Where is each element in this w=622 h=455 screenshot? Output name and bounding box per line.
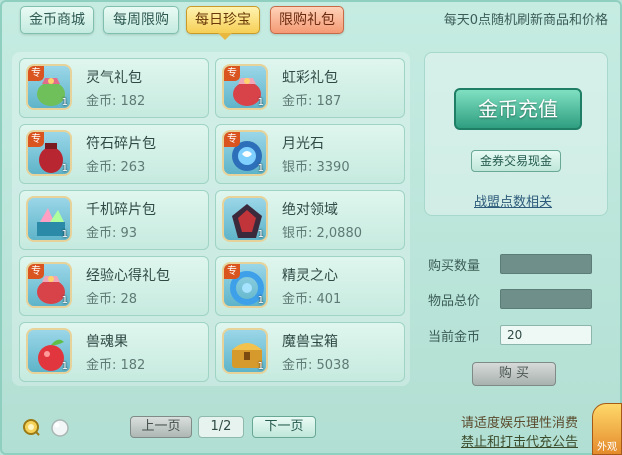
item-card[interactable]: 1 千机碎片包金币: 93 xyxy=(19,190,209,250)
tab-limited-gift[interactable]: 限购礼包 xyxy=(270,6,344,34)
item-name: 灵气礼包 xyxy=(86,70,142,86)
item-name: 符石碎片包 xyxy=(86,136,156,152)
refresh-notice: 每天0点随机刷新商品和价格 xyxy=(443,13,608,28)
appearance-label: 外观 xyxy=(597,442,617,453)
voucher-exchange-button[interactable]: 金券交易现金 xyxy=(471,150,561,172)
item-price: 金币: 28 xyxy=(86,292,138,307)
item-name: 千机碎片包 xyxy=(86,202,156,218)
item-card[interactable]: 1 绝对领域银币: 2,0880 xyxy=(215,190,405,250)
tab-weekly-limited[interactable]: 每周限购 xyxy=(103,6,179,34)
item-card[interactable]: 专 1 月光石 银币: 3390 xyxy=(215,124,405,184)
item-price: 银币: 3390 xyxy=(282,160,350,175)
item-name: 精灵之心 xyxy=(282,268,338,284)
crystal-box-icon: 1 xyxy=(26,196,72,242)
magnifier-icon[interactable] xyxy=(22,418,42,438)
item-count: 1 xyxy=(61,163,68,174)
item-count: 1 xyxy=(61,97,68,108)
active-tab-pointer xyxy=(218,33,232,40)
item-card[interactable]: 专 1 虹彩礼包 金币: 187 xyxy=(215,58,405,118)
current-gold-field: 20 xyxy=(500,325,592,345)
item-count: 1 xyxy=(257,163,264,174)
item-card[interactable]: 专 1 灵气礼包 金币: 182 xyxy=(19,58,209,118)
blue-ring-icon: 专1 xyxy=(222,262,268,308)
red-fruit-icon: 1 xyxy=(26,328,72,374)
item-card[interactable]: 1 魔兽宝箱金币: 5038 xyxy=(215,322,405,382)
quantity-field[interactable] xyxy=(500,254,592,274)
item-name: 兽魂果 xyxy=(86,334,128,350)
item-name: 虹彩礼包 xyxy=(282,70,338,86)
item-count: 1 xyxy=(61,361,68,372)
red-gift-bag-icon: 专1 xyxy=(222,64,268,110)
item-price: 金币: 263 xyxy=(86,160,146,175)
item-count: 1 xyxy=(257,97,264,108)
red-pouch-icon: 专1 xyxy=(26,130,72,176)
next-page-button[interactable]: 下一页 xyxy=(252,416,316,438)
exclusive-tag: 专 xyxy=(28,132,44,147)
page-indicator: 1/2 xyxy=(198,416,244,438)
golden-chest-icon: 1 xyxy=(222,328,268,374)
item-price: 金币: 401 xyxy=(282,292,342,307)
prev-page-button[interactable]: 上一页 xyxy=(130,416,192,438)
item-price: 银币: 2,0880 xyxy=(282,226,362,241)
red-gift-bag-icon: 专1 xyxy=(26,262,72,308)
pearl-icon[interactable] xyxy=(50,418,70,438)
league-points-link[interactable]: 战盟点数相关 xyxy=(474,191,552,210)
item-name: 绝对领域 xyxy=(282,202,338,218)
green-gift-bag-icon: 专1 xyxy=(26,64,72,110)
item-count: 1 xyxy=(257,229,264,240)
exclusive-tag: 专 xyxy=(224,66,240,81)
item-name: 经验心得礼包 xyxy=(86,268,170,284)
item-price: 金币: 5038 xyxy=(282,358,350,373)
total-price-label: 物品总价 xyxy=(428,294,481,309)
exclusive-tag: 专 xyxy=(28,66,44,81)
item-price: 金币: 182 xyxy=(86,358,146,373)
item-card[interactable]: 专 1 经验心得礼包 金币: 28 xyxy=(19,256,209,316)
item-card[interactable]: 专 1 符石碎片包 金币: 263 xyxy=(19,124,209,184)
item-card[interactable]: 1 兽魂果金币: 182 xyxy=(19,322,209,382)
item-name: 魔兽宝箱 xyxy=(282,334,338,350)
exclusive-tag: 专 xyxy=(224,264,240,279)
anti-proxy-announcement-link[interactable]: 禁止和打击代充公告 xyxy=(461,431,578,450)
current-gold-label: 当前金币 xyxy=(428,330,481,345)
appearance-shortcut[interactable]: 外观 xyxy=(592,403,622,455)
moonstone-icon: 专1 xyxy=(222,130,268,176)
item-count: 1 xyxy=(61,229,68,240)
item-count: 1 xyxy=(61,295,68,306)
exclusive-tag: 专 xyxy=(28,264,44,279)
moderation-notice: 请适度娱乐理性消费 xyxy=(460,416,578,431)
exclusive-tag: 专 xyxy=(224,132,240,147)
item-price: 金币: 93 xyxy=(86,226,138,241)
item-name: 月光石 xyxy=(282,136,324,152)
item-card[interactable]: 专 1 精灵之心 金币: 401 xyxy=(215,256,405,316)
item-count: 1 xyxy=(257,295,264,306)
item-price: 金币: 187 xyxy=(282,94,342,109)
total-price-field xyxy=(500,289,592,309)
buy-button[interactable]: 购 买 xyxy=(472,362,556,386)
quantity-label: 购买数量 xyxy=(428,259,481,274)
item-count: 1 xyxy=(257,361,264,372)
item-price: 金币: 182 xyxy=(86,94,146,109)
tab-gold-mall[interactable]: 金币商城 xyxy=(20,6,94,34)
tab-daily-treasure[interactable]: 每日珍宝 xyxy=(186,6,260,34)
gold-recharge-button[interactable]: 金币充值 xyxy=(454,88,582,130)
dark-armor-icon: 1 xyxy=(222,196,268,242)
